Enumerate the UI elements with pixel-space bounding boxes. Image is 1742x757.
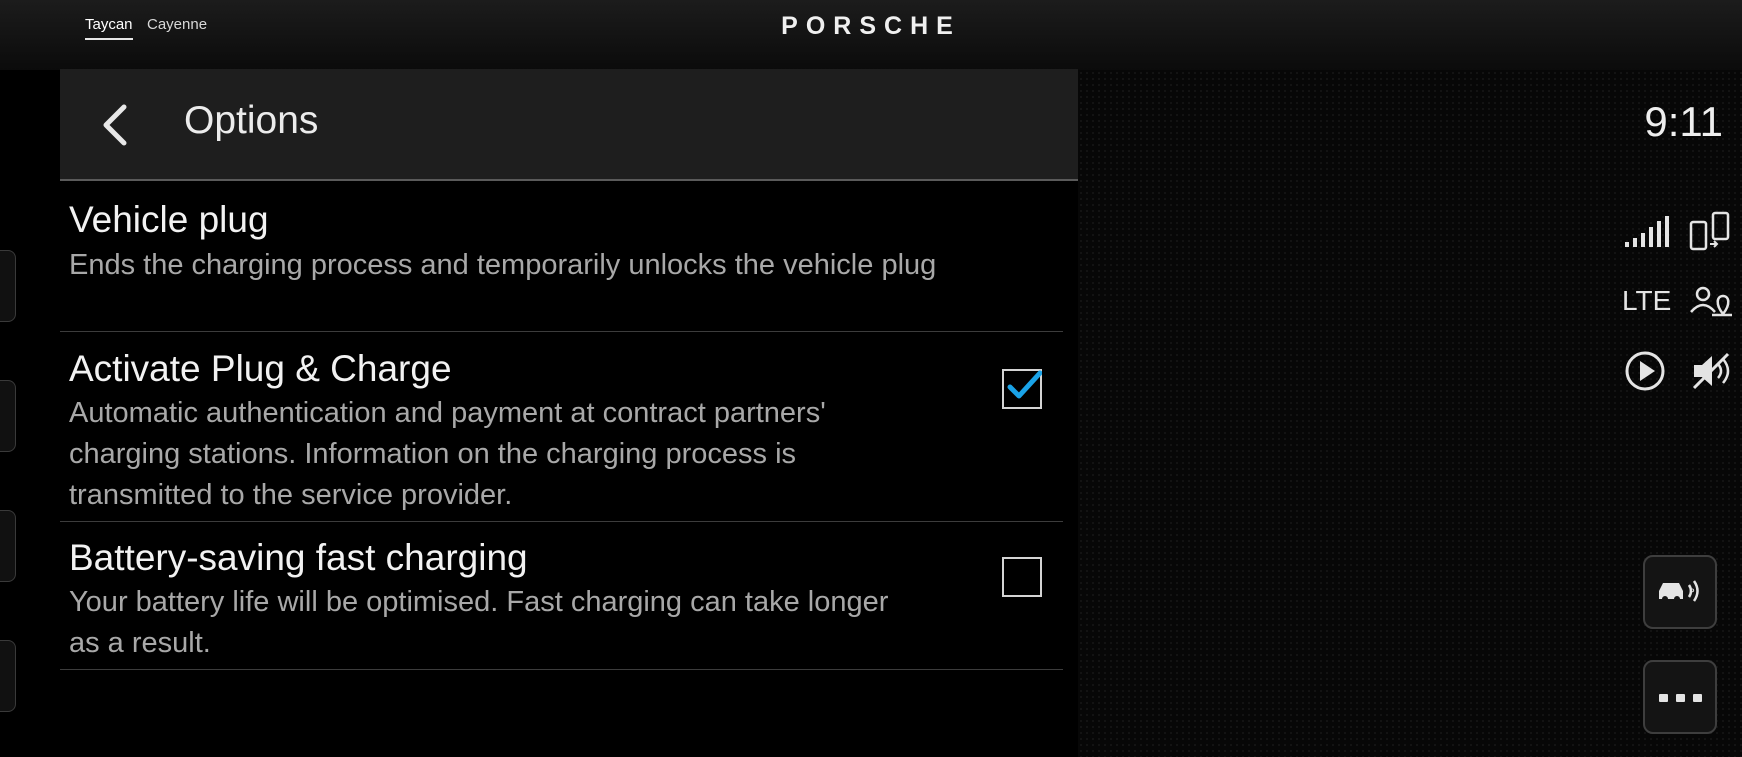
media-play-icon — [1625, 351, 1665, 391]
clock: 9:11 — [1644, 98, 1723, 145]
option-battery-saving-charging[interactable]: Battery-saving fast charging Your batter… — [60, 521, 1063, 670]
porsche-logo: PORSCHE — [781, 12, 961, 40]
option-description: Your battery life will be optimised. Fas… — [69, 586, 889, 659]
plug-and-charge-checkbox[interactable] — [1002, 369, 1042, 409]
option-description: Ends the charging process and temporaril… — [69, 249, 937, 281]
option-description: Automatic authentication and payment at … — [69, 397, 826, 511]
sound-muted-icon — [1692, 352, 1730, 390]
top-bar: Taycan Cayenne PORSCHE — [0, 0, 1742, 70]
left-edge-button[interactable] — [0, 510, 16, 582]
option-title: Activate Plug & Charge — [69, 348, 452, 389]
chevron-left-icon — [103, 104, 127, 146]
left-edge-button[interactable] — [0, 380, 16, 452]
back-button[interactable] — [96, 101, 136, 149]
signal-strength-icon — [1625, 216, 1669, 247]
svg-text:P: P — [1689, 588, 1695, 598]
option-title: Vehicle plug — [69, 199, 269, 240]
network-type: LTE — [1622, 285, 1672, 316]
options-header: Options — [60, 69, 1078, 181]
location-sharing-icon — [1690, 286, 1732, 317]
option-title: Battery-saving fast charging — [69, 537, 528, 578]
status-area-background — [1078, 70, 1742, 757]
car-parking-sensor-icon: P — [1659, 580, 1699, 602]
page-title: Options — [184, 99, 319, 142]
option-vehicle-plug[interactable]: Vehicle plug Ends the charging process a… — [60, 181, 1063, 332]
parking-sensor-button[interactable]: P — [1643, 555, 1717, 629]
battery-saving-checkbox[interactable] — [1002, 557, 1042, 597]
more-dots-icon — [1659, 694, 1702, 702]
left-edge-button[interactable] — [0, 250, 16, 322]
option-plug-and-charge[interactable]: Activate Plug & Charge Automatic authent… — [60, 331, 1063, 522]
left-edge-button[interactable] — [0, 640, 16, 712]
more-button[interactable] — [1643, 660, 1717, 734]
checkmark-icon — [1007, 370, 1042, 399]
phone-connection-icon — [1689, 211, 1730, 251]
